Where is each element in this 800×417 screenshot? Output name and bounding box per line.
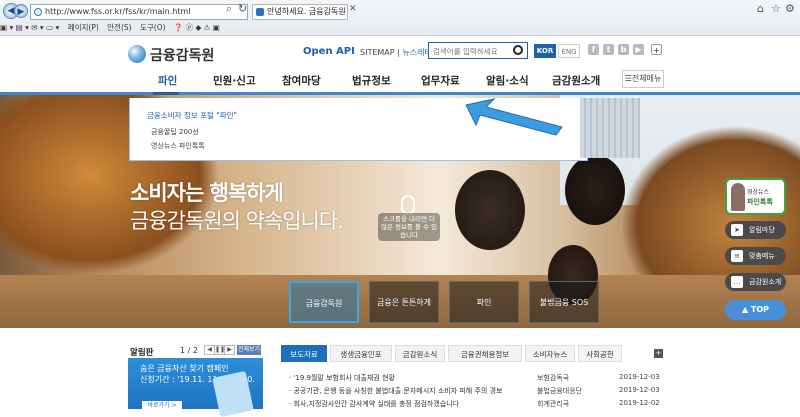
news-item-title[interactable]: · '19.9월말 보험회사 대출채권 현황 (289, 373, 395, 383)
scroll-caption: 스크롤을 내리면 더 많은 정보를 볼 수 있습니다 (378, 213, 440, 241)
logo-icon (128, 45, 146, 63)
site-header: 금융감독원 Open API SITEMAP | 뉴스레터 ✉ 검색어를 입력하… (0, 37, 800, 95)
search-icon[interactable]: ⌕ (226, 2, 232, 16)
dropdown-link[interactable]: 금융꿀팁 200선 (151, 127, 199, 137)
presenter-icon (731, 183, 745, 211)
nav-news[interactable]: 알림·소식 (486, 73, 529, 88)
news-item-org: 불법금융대응단 (537, 387, 583, 395)
news-more-icon[interactable]: + (654, 349, 663, 358)
quick-about-button[interactable]: … 금감원소개 (725, 273, 786, 291)
next-icon[interactable]: ▶ (224, 345, 235, 355)
hero-thumb-2[interactable]: 금융은 튼튼하게 (369, 281, 439, 323)
notice-banner[interactable]: 숨은 금융자산 찾기 캠페인 신청기간 : '19.11. 11 ~ 12.20… (128, 358, 263, 417)
search-icon[interactable] (513, 45, 523, 55)
browser-toolbar: ◀ ▶ http://www.fss.or.kr/fss/kr/main.htm… (0, 0, 800, 36)
notice-title: 알림판 (130, 348, 154, 358)
settings-icon[interactable]: ⚙ (785, 2, 795, 15)
quick-custom-menu-button[interactable]: ≡ 맞춤메뉴 (725, 247, 786, 265)
notice-page: 1 / 2 (180, 346, 198, 355)
send-icon: ➤ (731, 224, 743, 236)
list-icon: ≡ (731, 250, 743, 262)
banner-more-button[interactable]: 바로가기 > (142, 401, 182, 411)
news-item-org: 보험감독국 (537, 374, 570, 382)
quick-notice-button[interactable]: ➤ 알림마당 (725, 221, 786, 239)
hero-building (580, 98, 640, 158)
site-favicon-icon (256, 8, 264, 16)
bottom-section: 알림판 1 / 2 ◀ ❚❚ ▶ 전체보기 숨은 금융자산 찾기 캠페인 신청기… (0, 328, 800, 417)
hero-thumb-4[interactable]: 불법금융 SOS (529, 281, 599, 323)
hero-person (455, 170, 525, 250)
mouse-scroll-icon (401, 195, 415, 215)
home-icon[interactable]: ⌂ (757, 2, 764, 15)
youtube-icon[interactable]: ▶ (633, 44, 644, 55)
nav-regulation[interactable]: 법규정보 (352, 73, 391, 88)
nav-about[interactable]: 금감원소개 (552, 73, 600, 88)
twitter-icon[interactable]: t (603, 44, 614, 55)
notice-all-button[interactable]: 전체보기 (237, 345, 261, 355)
tab-social[interactable]: 사회공헌 (578, 345, 622, 362)
tab-fss-news[interactable]: 금감원소식 (395, 345, 445, 362)
hero-slogan-2: 금융감독원의 약속입니다. (130, 209, 344, 233)
tab-recruit[interactable]: 금융권채용정보 (448, 345, 522, 362)
logo[interactable]: 금융감독원 (128, 45, 214, 65)
news-item-date: 2019-12-03 (619, 373, 660, 381)
cmd-page[interactable]: 페이지(P) (68, 22, 99, 33)
tab-info[interactable]: 생생금융인포 (330, 345, 392, 362)
address-bar[interactable]: http://www.fss.or.kr/fss/kr/main.html (30, 4, 248, 20)
all-menu-button[interactable]: ☰전체메뉴 (622, 70, 664, 88)
nav-work-data[interactable]: 업무자료 (421, 73, 460, 88)
tab-press[interactable]: 보도자료 (281, 345, 327, 362)
top-button[interactable]: ▲ TOP (725, 300, 786, 320)
forward-icon[interactable]: ▶ (14, 4, 28, 18)
news-item-date: 2019-12-03 (619, 386, 660, 394)
cmd-safety[interactable]: 안전(S) (107, 22, 131, 33)
more-sns-icon[interactable]: + (651, 44, 662, 55)
lang-eng-button[interactable]: ENG (558, 44, 580, 58)
favorites-icon[interactable]: ☆ (771, 2, 781, 15)
tab-consumer-news[interactable]: 소비자뉴스 (525, 345, 575, 362)
close-tab-icon[interactable]: ✕ (349, 4, 357, 14)
lang-kor-button[interactable]: KOR (534, 44, 556, 58)
arrow-up-icon: ▲ (741, 305, 751, 314)
hero-person (565, 155, 625, 225)
nav-complaint[interactable]: 민원·신고 (213, 73, 256, 88)
menu-icon: ☰ (624, 74, 632, 83)
facebook-icon[interactable]: f (588, 44, 599, 55)
news-item-title[interactable]: · 공공기관, 은행 등을 사칭한 불법대출 문자메시지 소비자 피해 주의 경… (289, 386, 502, 396)
main-nav: 파인 민원·신고 참여마당 법규정보 업무자료 알림·소식 금감원소개 ☰전체메… (0, 67, 800, 95)
nav-participation[interactable]: 참여마당 (282, 73, 321, 88)
hero-thumb-3[interactable]: 파인 (449, 281, 519, 323)
hero-slogan-1: 소비자는 행복하게 (130, 181, 284, 205)
search-input[interactable]: 검색어를 입력하세요 (428, 42, 528, 59)
refresh-icon[interactable]: ↻ (238, 2, 247, 15)
cmd-tools[interactable]: 도구(O) (140, 22, 166, 33)
command-bar: ▣ ▾ ▤ ▾ ✉ ▾ ▭ ▾ 페이지(P) 안전(S) 도구(O) ❓ ⓟ ◆… (0, 22, 226, 35)
blog-icon[interactable]: b (618, 44, 629, 55)
open-api-link[interactable]: Open API (303, 46, 355, 57)
globe-icon (34, 8, 42, 16)
extra-icons[interactable]: ❓ ⓟ ◆ ⚠ ▣ (174, 22, 220, 33)
command-icons[interactable]: ▣ ▾ ▤ ▾ ✉ ▾ ▭ ▾ (0, 23, 59, 32)
video-news-badge[interactable]: 영상뉴스 파인톡톡 (725, 178, 786, 215)
news-item-date: 2019-12-02 (619, 399, 660, 407)
sitemap-link[interactable]: SITEMAP (360, 48, 395, 57)
news-item-org: 회계관리국 (537, 400, 570, 408)
hero-thumb-1[interactable]: 금융감독원 (289, 281, 359, 323)
nav-fine[interactable]: 파인 (158, 73, 177, 88)
news-item-title[interactable]: · 회사,지정감사인간 감사계약 실태를 충정 점검하겠습니다 (289, 399, 459, 409)
dropdown-link[interactable]: 영상뉴스 파인톡톡 (151, 141, 205, 151)
dropdown-title[interactable]: 금융소비자 정보 포털 "파인" (147, 110, 237, 121)
browser-tab[interactable]: 안녕하세요. 금융감독원 홈... (252, 4, 348, 20)
pointer-arrow-icon (465, 98, 563, 136)
chat-icon: … (731, 276, 743, 288)
